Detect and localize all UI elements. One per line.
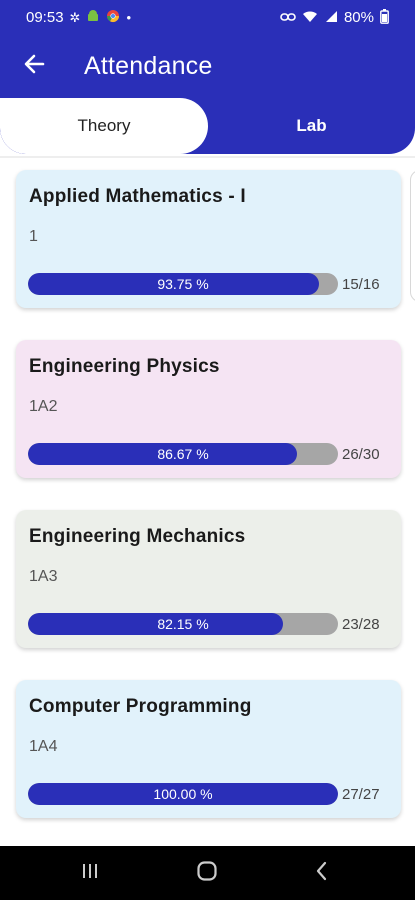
adjacent-page-card-edge — [410, 170, 415, 302]
attendance-count: 26/30 — [342, 446, 380, 463]
subject-code: 1A4 — [29, 738, 58, 755]
attendance-count: 27/27 — [342, 786, 380, 803]
status-bar: 09:53 ✲ • 80% — [0, 0, 415, 34]
attendance-count: 15/16 — [342, 276, 380, 293]
attendance-progress-bar: 100.00 % — [28, 783, 338, 805]
wifi-icon — [302, 10, 318, 25]
back-icon — [313, 860, 331, 887]
home-button[interactable] — [172, 846, 242, 900]
app-bar: Attendance — [0, 34, 415, 98]
subject-code: 1A2 — [29, 398, 58, 415]
gear-icon: ✲ — [69, 9, 81, 25]
subject-card[interactable]: Engineering Physics 1A2 86.67 % 26/30 — [16, 340, 401, 478]
status-time: 09:53 — [26, 8, 64, 26]
battery-percent: 80% — [343, 8, 374, 26]
dot-icon: • — [126, 9, 132, 25]
chrome-icon — [106, 9, 120, 25]
system-nav-bar — [0, 846, 415, 900]
attendance-progress-bar: 93.75 % — [28, 273, 338, 295]
attendance-percent: 100.00 % — [153, 786, 213, 802]
subject-list[interactable]: Applied Mathematics - I 1 93.75 % 15/16 … — [0, 158, 415, 846]
recent-apps-button[interactable] — [55, 846, 125, 900]
page-title: Attendance — [84, 51, 213, 80]
subject-code: 1 — [29, 228, 38, 245]
tab-theory[interactable]: Theory — [0, 98, 208, 154]
back-button[interactable] — [8, 40, 60, 92]
home-icon — [196, 860, 218, 887]
status-right: 80% — [280, 8, 389, 26]
battery-icon — [380, 8, 389, 26]
subject-title: Engineering Physics — [29, 356, 220, 377]
attendance-percent: 86.67 % — [157, 446, 209, 462]
attendance-percent: 93.75 % — [157, 276, 209, 292]
tab-bar: Lab Theory — [0, 98, 415, 154]
signal-icon — [324, 10, 338, 25]
attendance-count: 23/28 — [342, 616, 380, 633]
status-left: 09:53 ✲ • — [26, 9, 131, 26]
android-icon — [86, 9, 100, 25]
subject-card[interactable]: Engineering Mechanics 1A3 82.15 % 23/28 — [16, 510, 401, 648]
subject-card[interactable]: Applied Mathematics - I 1 93.75 % 15/16 — [16, 170, 401, 308]
attendance-percent: 82.15 % — [157, 616, 209, 632]
subject-title: Computer Programming — [29, 696, 252, 717]
subject-title: Applied Mathematics - I — [29, 186, 246, 207]
attendance-progress-bar: 86.67 % — [28, 443, 338, 465]
link-icon — [280, 11, 296, 24]
attendance-progress-bar: 82.15 % — [28, 613, 338, 635]
subject-code: 1A3 — [29, 568, 58, 585]
nav-back-button[interactable] — [287, 846, 357, 900]
subject-card[interactable]: Computer Programming 1A4 100.00 % 27/27 — [16, 680, 401, 818]
arrow-left-icon — [23, 53, 45, 80]
recent-apps-icon — [80, 862, 100, 885]
tab-lab[interactable]: Lab — [208, 98, 415, 154]
subject-title: Engineering Mechanics — [29, 526, 246, 547]
